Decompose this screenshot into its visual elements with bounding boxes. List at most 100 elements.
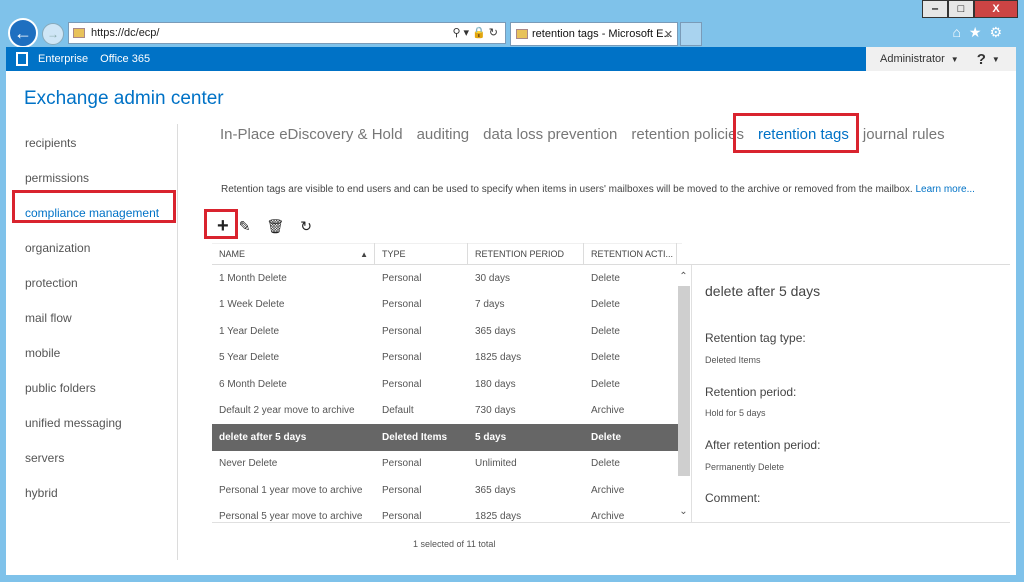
refresh-icon[interactable]: ↻	[300, 218, 312, 235]
office365-link[interactable]: Office 365	[100, 53, 150, 65]
table-row[interactable]: Personal 1 year move to archive Personal 3…	[212, 477, 682, 504]
details-title: delete after 5 days	[705, 283, 821, 299]
details-period-label: Retention period:	[705, 385, 797, 399]
sidebar-item-unified-messaging[interactable]: unified messaging	[6, 405, 178, 440]
cell-type: Personal	[382, 272, 422, 284]
cell-retention-period: 1825 days	[475, 352, 522, 364]
column-name[interactable]: NAME ▲	[212, 243, 375, 265]
new-tab-button[interactable]	[680, 22, 702, 46]
cell-type: Personal	[382, 484, 422, 496]
cell-name: Default 2 year move to archive	[219, 405, 355, 417]
browser-window: ‒ □ X ← → https://dc/ecp/ ⚲▾🔒↻ retention…	[0, 0, 1024, 582]
cell-type: Personal	[382, 352, 422, 364]
cell-type: Personal	[382, 325, 422, 337]
details-type-label: Retention tag type:	[705, 331, 806, 345]
tab-journal-rules[interactable]: journal rules	[863, 126, 945, 143]
table-row[interactable]: Default 2 year move to archive Default 730…	[212, 398, 682, 425]
cell-name: Never Delete	[219, 458, 278, 470]
footer-divider	[212, 522, 1010, 523]
cell-retention-action: Delete	[591, 378, 620, 390]
sidebar-item-recipients[interactable]: recipients	[6, 125, 178, 160]
cell-name: delete after 5 days	[219, 431, 307, 443]
column-retention-action[interactable]: RETENTION ACTI...	[584, 243, 677, 265]
cell-name: 1 Month Delete	[219, 272, 287, 284]
sidebar-item-servers[interactable]: servers	[6, 440, 178, 475]
close-tab-icon[interactable]: ✕	[664, 28, 673, 41]
highlight-box-add	[204, 209, 238, 239]
page-favicon-icon	[73, 28, 85, 38]
cell-name: 1 Week Delete	[219, 299, 285, 311]
table-header-filler	[682, 243, 1010, 265]
table-row[interactable]: 5 Year Delete Personal 1825 days Delete	[212, 345, 682, 372]
cell-retention-period: 5 days	[475, 431, 507, 443]
sidebar-item-mobile[interactable]: mobile	[6, 335, 178, 370]
cell-retention-period: 730 days	[475, 405, 516, 417]
table-row[interactable]: delete after 5 days Deleted Items 5 days De…	[212, 424, 682, 451]
help-icon[interactable]: ?	[977, 51, 986, 68]
sidebar-item-mail-flow[interactable]: mail flow	[6, 300, 178, 335]
cell-type: Personal	[382, 458, 422, 470]
cell-type: Default	[382, 405, 414, 417]
table-scrollbar[interactable]: ⌃ ⌄	[676, 271, 691, 521]
scroll-up-icon[interactable]: ⌃	[676, 271, 691, 282]
tab-retention-policies[interactable]: retention policies	[631, 126, 744, 143]
tab-in-place-ediscovery[interactable]: In-Place eDiscovery & Hold	[220, 126, 403, 143]
sidebar-item-organization[interactable]: organization	[6, 230, 178, 265]
address-bar[interactable]: https://dc/ecp/ ⚲▾🔒↻	[68, 22, 506, 44]
sort-ascending-icon: ▲	[360, 249, 368, 259]
delete-icon[interactable]: 🗑	[266, 218, 284, 235]
highlight-box-retention-tags	[733, 113, 859, 153]
description-body: Retention tags are visible to end users …	[221, 184, 913, 195]
cell-name: Personal 5 year move to archive	[219, 511, 363, 523]
cell-retention-action: Delete	[591, 325, 620, 337]
sidebar-divider	[177, 124, 178, 560]
tab-favicon-icon	[516, 29, 528, 39]
minimize-button[interactable]: ‒	[922, 0, 948, 18]
cell-name: 5 Year Delete	[219, 352, 280, 364]
sidebar-item-hybrid[interactable]: hybrid	[6, 475, 178, 510]
tab-data-loss-prevention[interactable]: data loss prevention	[483, 126, 617, 143]
cell-retention-period: 30 days	[475, 272, 511, 284]
cell-retention-action: Delete	[591, 458, 620, 470]
close-button[interactable]: X	[974, 0, 1018, 18]
sidebar-item-public-folders[interactable]: public folders	[6, 370, 178, 405]
table-row[interactable]: 1 Week Delete Personal 7 days Delete	[212, 292, 682, 319]
table-row[interactable]: Personal 5 year move to archive Personal 1…	[212, 504, 682, 531]
retention-tags-table: NAME ▲ TYPE RETENTION PERIOD RETENTION A…	[212, 243, 682, 530]
search-lock-refresh-icons[interactable]: ⚲▾🔒↻	[453, 26, 502, 39]
table-row[interactable]: Never Delete Personal Unlimited Delete	[212, 451, 682, 478]
scroll-thumb[interactable]	[677, 286, 690, 476]
office-logo-icon[interactable]	[16, 52, 28, 66]
user-name[interactable]: Administrator	[880, 53, 945, 65]
cell-retention-action: Delete	[591, 352, 620, 364]
details-comment-label: Comment:	[705, 491, 761, 505]
cell-retention-period: 7 days	[475, 299, 505, 311]
learn-more-link[interactable]: Learn more...	[915, 184, 974, 195]
column-type[interactable]: TYPE	[375, 243, 468, 265]
cell-retention-action: Delete	[591, 272, 620, 284]
table-row[interactable]: 1 Year Delete Personal 365 days Delete	[212, 318, 682, 345]
scroll-down-icon[interactable]: ⌄	[676, 506, 691, 517]
column-retention-period[interactable]: RETENTION PERIOD	[468, 243, 584, 265]
cell-name: 6 Month Delete	[219, 378, 287, 390]
cell-type: Personal	[382, 299, 422, 311]
details-pane: delete after 5 days Retention tag type: …	[691, 265, 1010, 523]
tab-auditing[interactable]: auditing	[417, 126, 470, 143]
browser-tab[interactable]: retention tags - Microsoft E... ✕	[510, 22, 678, 46]
sidebar-item-protection[interactable]: protection	[6, 265, 178, 300]
highlight-box-compliance	[12, 190, 176, 223]
user-menu[interactable]: Administrator ▼ ? ▼	[866, 47, 1016, 71]
back-arrow-icon[interactable]: ←	[8, 18, 38, 48]
home-star-gear-icons[interactable]: ⌂★⚙	[952, 24, 1010, 41]
enterprise-link[interactable]: Enterprise	[38, 53, 88, 65]
table-row[interactable]: 1 Month Delete Personal 30 days Delete	[212, 265, 682, 292]
main-content: Exchange admin center recipients permiss…	[6, 71, 1016, 575]
details-after-value: Permanently Delete	[705, 462, 785, 472]
maximize-button[interactable]: □	[948, 0, 974, 18]
forward-arrow-icon[interactable]: →	[42, 23, 64, 45]
table-row[interactable]: 6 Month Delete Personal 180 days Delete	[212, 371, 682, 398]
table-header: NAME ▲ TYPE RETENTION PERIOD RETENTION A…	[212, 243, 682, 265]
edit-icon[interactable]: ✎	[239, 218, 251, 235]
table-body: 1 Month Delete Personal 30 days Delete 1 Wee…	[212, 265, 682, 530]
cell-name: Personal 1 year move to archive	[219, 484, 363, 496]
